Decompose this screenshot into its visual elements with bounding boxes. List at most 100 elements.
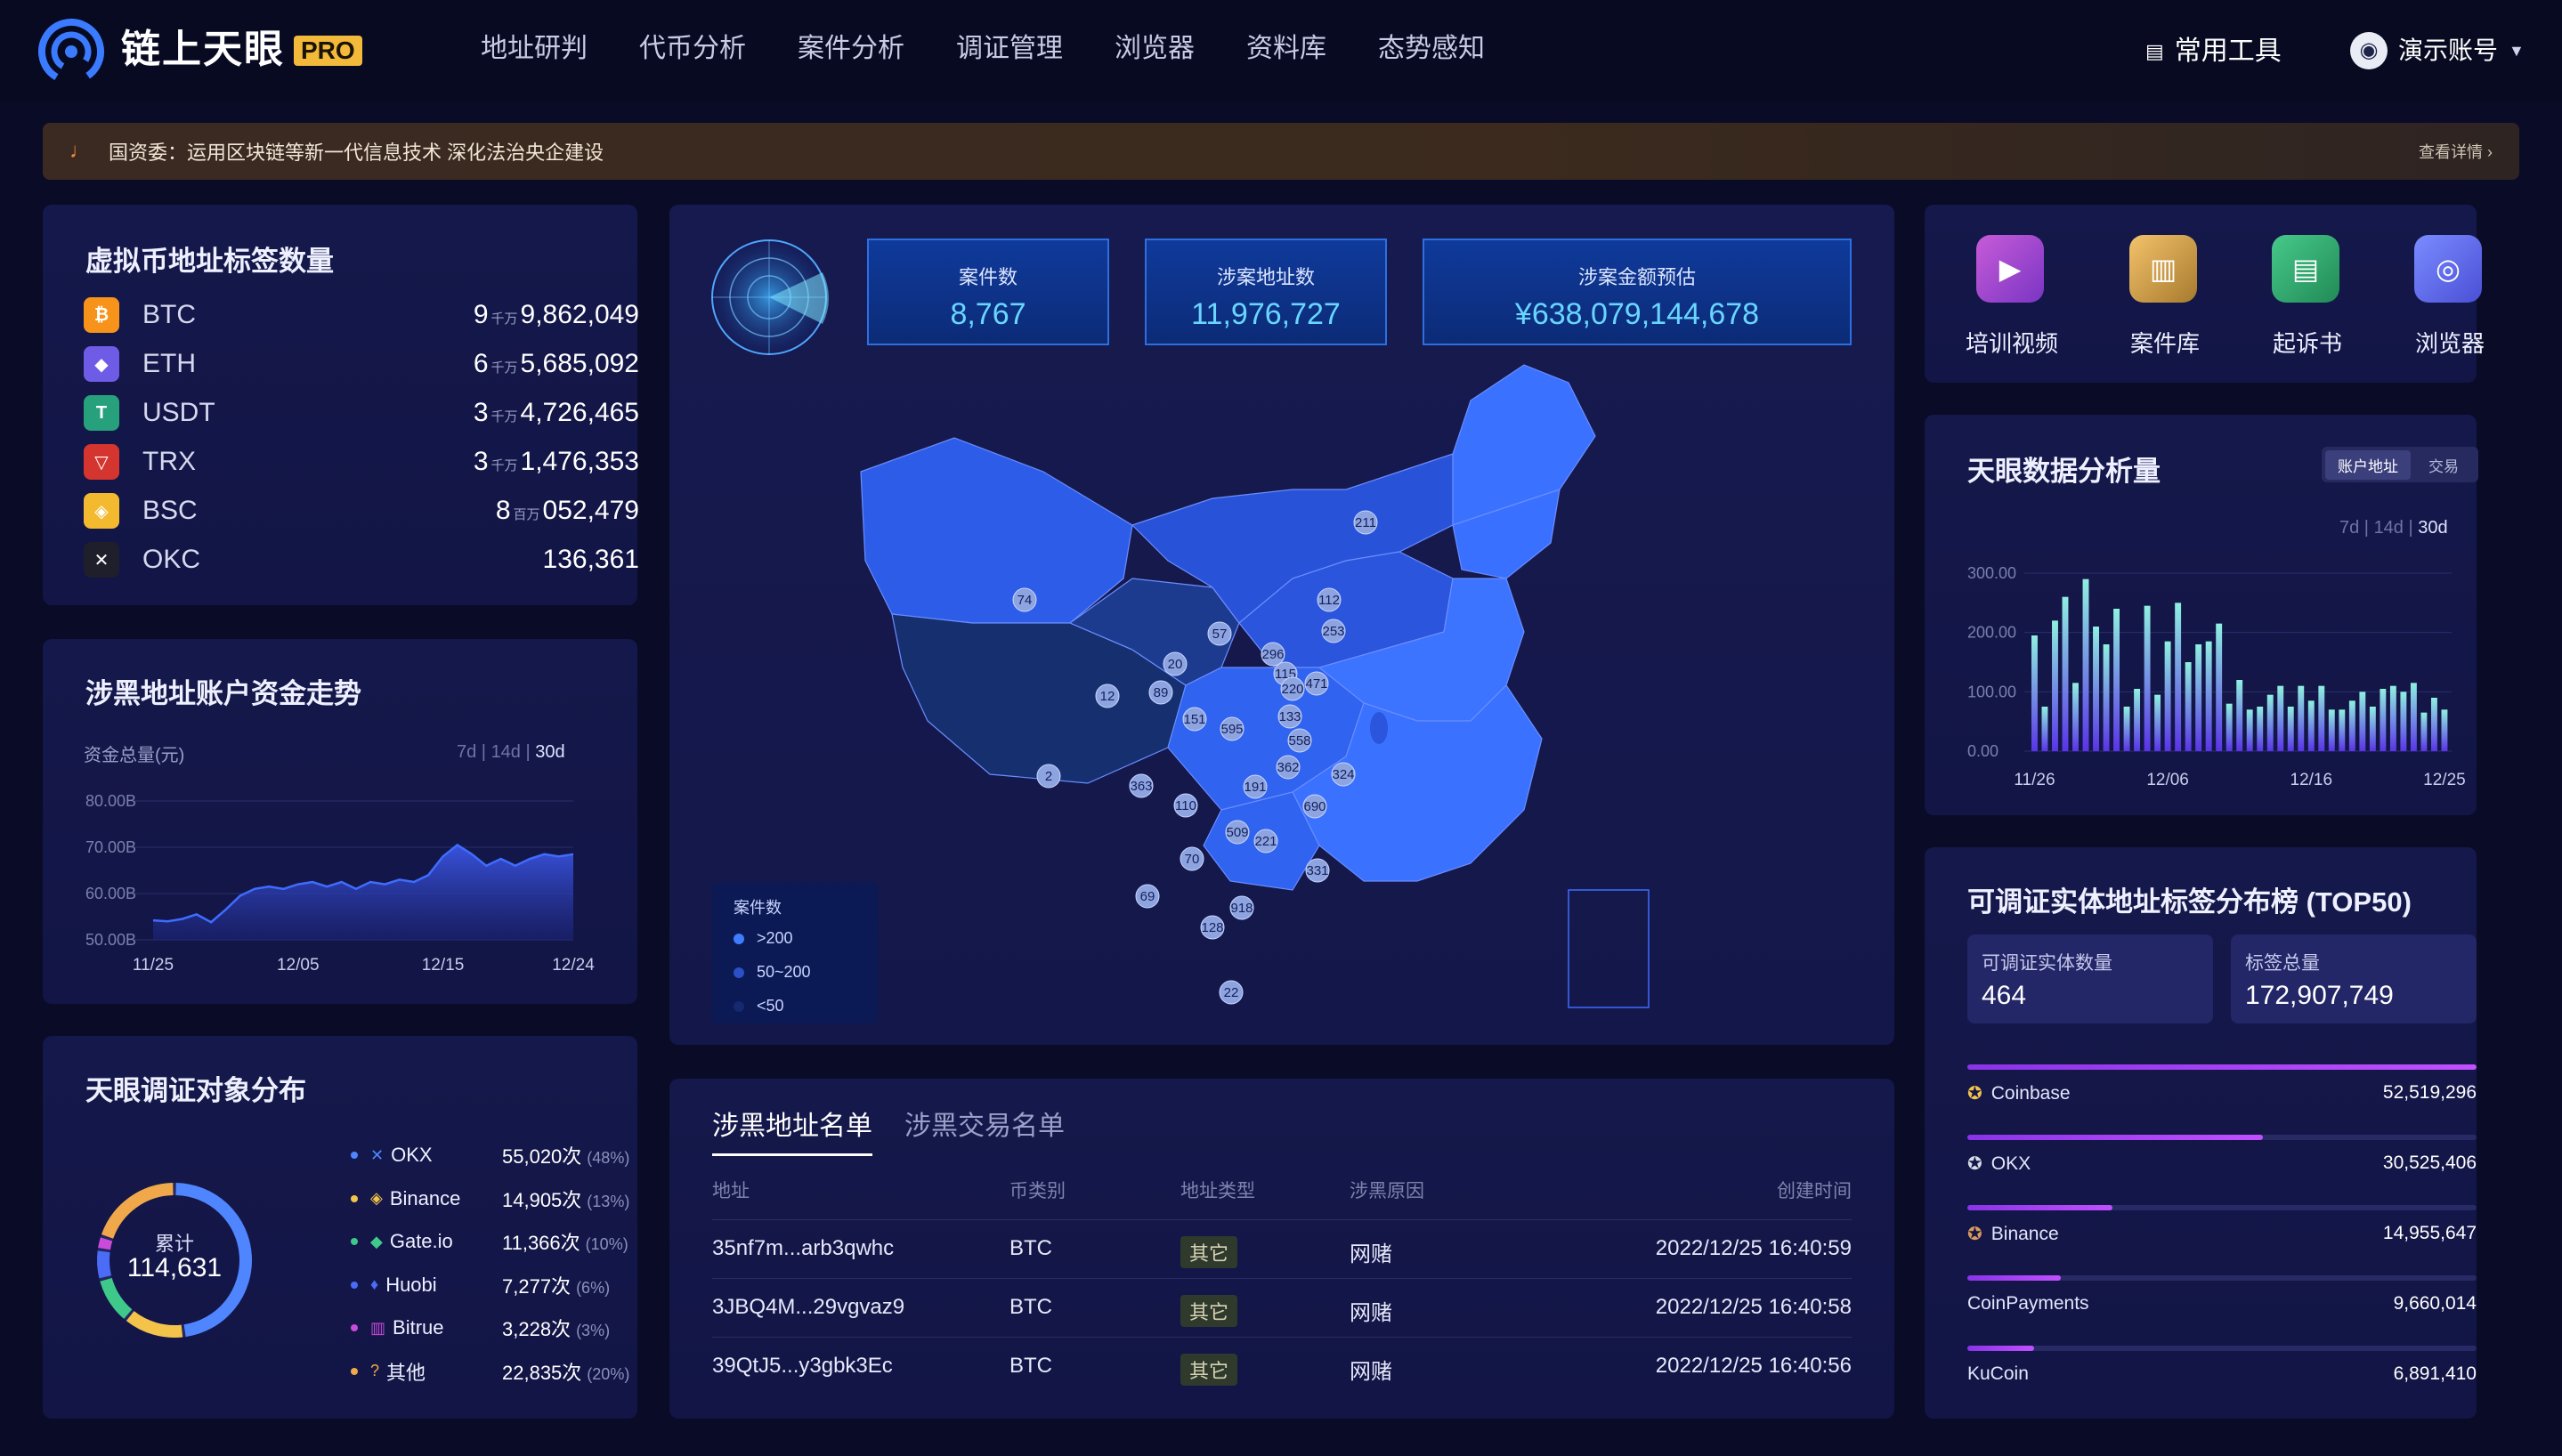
bar[interactable] — [2205, 641, 2212, 751]
analysis-range-switch[interactable]: 7d | 14d | 30d — [2339, 518, 2448, 538]
bar[interactable] — [2328, 709, 2335, 751]
account-menu[interactable]: ◉ 演示账号 ▼ — [2350, 28, 2525, 73]
bar[interactable] — [2369, 707, 2376, 751]
bar[interactable] — [2339, 709, 2346, 751]
map-case-bubble[interactable]: 221 — [1253, 829, 1278, 853]
map-case-bubble[interactable]: 128 — [1200, 915, 1225, 940]
quick-access-item[interactable]: ▶ 培训视频 — [1941, 230, 2083, 363]
rank-row[interactable]: ✪ Binance 14,955,647 — [1967, 1223, 2477, 1250]
bar[interactable] — [2052, 620, 2058, 751]
range-7d[interactable]: 7d — [2339, 518, 2359, 538]
map-case-bubble[interactable]: 89 — [1148, 680, 1173, 705]
map-case-bubble[interactable]: 20 — [1163, 651, 1188, 676]
map-case-bubble[interactable]: 133 — [1277, 704, 1302, 729]
bar[interactable] — [2236, 680, 2243, 751]
bar[interactable] — [2164, 641, 2171, 751]
map-case-bubble[interactable]: 690 — [1302, 794, 1327, 819]
bar[interactable] — [2185, 662, 2192, 751]
map-case-bubble[interactable]: 918 — [1229, 895, 1254, 920]
map-case-bubble[interactable]: 558 — [1287, 728, 1312, 753]
map-case-bubble[interactable]: 191 — [1243, 774, 1268, 799]
nav-case-analysis[interactable]: 案件分析 — [798, 27, 904, 71]
bar[interactable] — [2359, 692, 2366, 751]
range-14d[interactable]: 14d — [2374, 518, 2404, 538]
nav-browser[interactable]: 浏览器 — [1115, 27, 1195, 71]
table-row[interactable]: 3JBQ4M...29vgvaz9 BTC 其它 网赌 2022/12/25 16:40… — [712, 1278, 1852, 1337]
bar[interactable] — [2216, 623, 2223, 751]
nav-evidence-management[interactable]: 调证管理 — [956, 27, 1063, 71]
map-case-bubble[interactable]: 110 — [1173, 793, 1198, 818]
bar[interactable] — [2103, 644, 2110, 751]
quick-access-item[interactable]: ◎ 浏览器 — [2379, 230, 2521, 363]
map-case-bubble[interactable]: 2 — [1036, 764, 1061, 789]
bar[interactable] — [2144, 605, 2151, 751]
map-case-bubble[interactable]: 211 — [1353, 510, 1378, 535]
quick-access-item[interactable]: ▥ 案件库 — [2094, 230, 2236, 363]
bar[interactable] — [2031, 635, 2038, 751]
tab-address-list[interactable]: 涉黑地址名单 — [712, 1104, 872, 1156]
map-case-bubble[interactable]: 57 — [1207, 621, 1232, 646]
region-xinjiang[interactable] — [860, 437, 1133, 624]
bar[interactable] — [2062, 596, 2069, 751]
bar[interactable] — [2430, 698, 2437, 751]
bar[interactable] — [2389, 685, 2396, 751]
bar[interactable] — [2380, 689, 2387, 751]
map-case-bubble[interactable]: 296 — [1261, 642, 1285, 667]
map-case-bubble[interactable]: 595 — [1220, 716, 1245, 741]
map-case-bubble[interactable]: 12 — [1095, 684, 1120, 708]
nav-library[interactable]: 资料库 — [1246, 27, 1326, 71]
bar[interactable] — [2348, 700, 2355, 751]
region-taiwan[interactable] — [1370, 712, 1388, 744]
rank-row[interactable]: ✪ Coinbase 52,519,296 — [1967, 1082, 2477, 1109]
notice-bar[interactable]: ♩ 国资委：运用区块链等新一代信息技术 深化法治央企建设 查看详情 › — [43, 123, 2519, 180]
donut-slice[interactable] — [126, 1311, 183, 1338]
bar[interactable] — [2298, 685, 2305, 751]
map-case-bubble[interactable]: 331 — [1305, 858, 1330, 883]
bar[interactable] — [2175, 603, 2182, 751]
bar[interactable] — [2113, 609, 2120, 751]
bar[interactable] — [2257, 707, 2264, 751]
row-address[interactable]: 3JBQ4M...29vgvaz9 — [712, 1295, 904, 1320]
bar[interactable] — [2277, 685, 2284, 751]
map-case-bubble[interactable]: 70 — [1180, 846, 1204, 871]
row-address[interactable]: 35nf7m...arb3qwhc — [712, 1236, 894, 1261]
bar[interactable] — [2072, 683, 2079, 751]
bar[interactable] — [2041, 707, 2048, 751]
bar[interactable] — [2441, 709, 2448, 751]
map-case-bubble[interactable]: 69 — [1135, 884, 1160, 909]
map-case-bubble[interactable]: 151 — [1182, 707, 1207, 732]
nav-address-analysis[interactable]: 地址研判 — [481, 27, 588, 71]
bar[interactable] — [2246, 709, 2253, 751]
map-case-bubble[interactable]: 253 — [1321, 619, 1346, 643]
toggle-transaction[interactable]: 交易 — [2416, 450, 2471, 480]
map-case-bubble[interactable]: 22 — [1219, 980, 1244, 1005]
nav-situation-awareness[interactable]: 态势感知 — [1378, 27, 1485, 71]
bar[interactable] — [2307, 700, 2315, 751]
bar[interactable] — [2195, 644, 2202, 751]
map-case-bubble[interactable]: 220 — [1280, 676, 1305, 701]
map-case-bubble[interactable]: 471 — [1304, 671, 1329, 696]
tab-transaction-list[interactable]: 涉黑交易名单 — [904, 1104, 1065, 1156]
bar[interactable] — [2420, 712, 2428, 751]
common-tools-button[interactable]: ▤ 常用工具 — [2145, 30, 2282, 73]
range-30d[interactable]: 30d — [2418, 518, 2447, 538]
toggle-account-address[interactable]: 账户地址 — [2325, 449, 2411, 480]
nav-token-analysis[interactable]: 代币分析 — [639, 27, 746, 71]
rank-row[interactable]: ✪ OKX 30,525,406 — [1967, 1153, 2477, 1179]
bar[interactable] — [2318, 685, 2325, 751]
rank-row[interactable]: CoinPayments 9,660,014 — [1967, 1293, 2477, 1320]
map-case-bubble[interactable]: 112 — [1317, 587, 1342, 612]
bar[interactable] — [2266, 694, 2274, 751]
bar[interactable] — [2154, 694, 2161, 751]
bar[interactable] — [2400, 692, 2407, 751]
map-case-bubble[interactable]: 363 — [1129, 773, 1154, 798]
analysis-toggle[interactable]: 账户地址 交易 — [2322, 447, 2478, 482]
bar[interactable] — [2082, 578, 2089, 751]
map-case-bubble[interactable]: 74 — [1012, 587, 1037, 612]
bar[interactable] — [2226, 703, 2233, 751]
bar[interactable] — [2093, 627, 2099, 751]
table-row[interactable]: 39QtJ5...y3gbk3Ec BTC 其它 网赌 2022/12/25 16:40… — [712, 1337, 1852, 1395]
rank-row[interactable]: KuCoin 6,891,410 — [1967, 1363, 2477, 1390]
bar[interactable] — [2123, 707, 2130, 751]
bar[interactable] — [2410, 683, 2417, 751]
